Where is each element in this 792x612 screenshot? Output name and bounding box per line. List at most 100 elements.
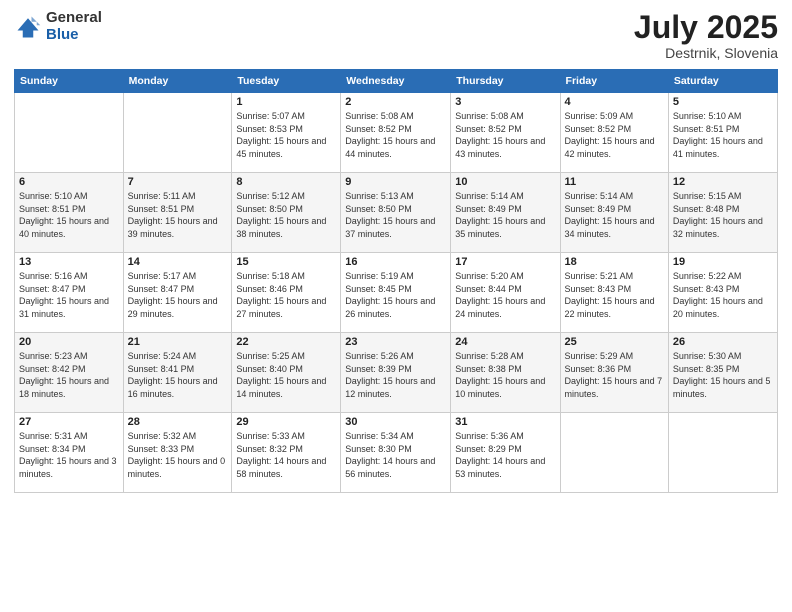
day-info: Sunrise: 5:24 AM Sunset: 8:41 PM Dayligh… [128,350,228,400]
day-info: Sunrise: 5:25 AM Sunset: 8:40 PM Dayligh… [236,350,336,400]
page: General Blue July 2025 Destrnik, Sloveni… [0,0,792,612]
cell-3-0: 20Sunrise: 5:23 AM Sunset: 8:42 PM Dayli… [15,333,124,413]
cell-0-5: 4 Sunrise: 5:09 AM Sunset: 8:52 PM Daylig… [560,93,668,173]
day-number: 28 [128,416,228,428]
cell-1-1: 7 Sunrise: 5:11 AM Sunset: 8:51 PM Daylig… [123,173,232,253]
header-tuesday: Tuesday [232,70,341,93]
cell-3-1: 21 Sunrise: 5:24 AM Sunset: 8:41 PM Dayli… [123,333,232,413]
day-info: Sunrise: 5:31 AM Sunset: 8:34 PM Dayligh… [19,430,119,480]
day-info: Sunrise: 5:08 AM Sunset: 8:52 PM Dayligh… [345,110,446,160]
day-number: 3 [455,96,555,108]
day-number: 7 [128,176,228,188]
day-info: Sunrise: 5:10 AM Sunset: 8:51 PM Dayligh… [19,190,119,240]
header-monday: Monday [123,70,232,93]
day-info: Sunrise: 5:08 AM Sunset: 8:52 PM Dayligh… [455,110,555,160]
day-info: Sunrise: 5:22 AM Sunset: 8:43 PM Dayligh… [673,270,773,320]
day-info: Sunrise: 5:21 AM Sunset: 8:43 PM Dayligh… [565,270,664,320]
day-info: Sunrise: 5:07 AM Sunset: 8:53 PM Dayligh… [236,110,336,160]
day-number: 16 [345,256,446,268]
day-number: 26 [673,336,773,348]
cell-3-2: 22Sunrise: 5:25 AM Sunset: 8:40 PM Dayli… [232,333,341,413]
day-number: 27 [19,416,119,428]
header-wednesday: Wednesday [341,70,451,93]
cell-0-4: 3 Sunrise: 5:08 AM Sunset: 8:52 PM Daylig… [451,93,560,173]
day-number: 29 [236,416,336,428]
logo-blue: Blue [46,27,102,44]
cell-4-1: 28Sunrise: 5:32 AM Sunset: 8:33 PM Dayli… [123,413,232,493]
week-row-1: 6 Sunrise: 5:10 AM Sunset: 8:51 PM Daylig… [15,173,778,253]
day-number: 8 [236,176,336,188]
day-number: 30 [345,416,446,428]
cell-1-0: 6 Sunrise: 5:10 AM Sunset: 8:51 PM Daylig… [15,173,124,253]
day-info: Sunrise: 5:20 AM Sunset: 8:44 PM Dayligh… [455,270,555,320]
cell-4-5 [560,413,668,493]
cell-1-4: 10 Sunrise: 5:14 AM Sunset: 8:49 PM Dayli… [451,173,560,253]
day-number: 11 [565,176,664,188]
day-number: 19 [673,256,773,268]
cell-3-3: 23 Sunrise: 5:26 AM Sunset: 8:39 PM Dayli… [341,333,451,413]
header: General Blue July 2025 Destrnik, Sloveni… [14,10,778,61]
cell-2-4: 17Sunrise: 5:20 AM Sunset: 8:44 PM Dayli… [451,253,560,333]
day-info: Sunrise: 5:26 AM Sunset: 8:39 PM Dayligh… [345,350,446,400]
cell-1-3: 9 Sunrise: 5:13 AM Sunset: 8:50 PM Daylig… [341,173,451,253]
day-info: Sunrise: 5:12 AM Sunset: 8:50 PM Dayligh… [236,190,336,240]
day-number: 25 [565,336,664,348]
day-info: Sunrise: 5:14 AM Sunset: 8:49 PM Dayligh… [455,190,555,240]
day-number: 15 [236,256,336,268]
cell-2-2: 15 Sunrise: 5:18 AM Sunset: 8:46 PM Dayli… [232,253,341,333]
day-number: 2 [345,96,446,108]
cell-4-6 [668,413,777,493]
day-number: 31 [455,416,555,428]
day-info: Sunrise: 5:30 AM Sunset: 8:35 PM Dayligh… [673,350,773,400]
header-sunday: Sunday [15,70,124,93]
day-number: 13 [19,256,119,268]
day-info: Sunrise: 5:17 AM Sunset: 8:47 PM Dayligh… [128,270,228,320]
header-friday: Friday [560,70,668,93]
cell-0-1 [123,93,232,173]
header-thursday: Thursday [451,70,560,93]
logo-icon [14,13,42,41]
logo-general: General [46,10,102,27]
cell-2-0: 13 Sunrise: 5:16 AM Sunset: 8:47 PM Dayli… [15,253,124,333]
day-info: Sunrise: 5:33 AM Sunset: 8:32 PM Dayligh… [236,430,336,480]
day-info: Sunrise: 5:29 AM Sunset: 8:36 PM Dayligh… [565,350,664,400]
week-row-4: 27 Sunrise: 5:31 AM Sunset: 8:34 PM Dayli… [15,413,778,493]
cell-4-3: 30 Sunrise: 5:34 AM Sunset: 8:30 PM Dayli… [341,413,451,493]
day-number: 18 [565,256,664,268]
day-info: Sunrise: 5:28 AM Sunset: 8:38 PM Dayligh… [455,350,555,400]
logo-text: General Blue [46,10,102,43]
day-info: Sunrise: 5:18 AM Sunset: 8:46 PM Dayligh… [236,270,336,320]
day-info: Sunrise: 5:16 AM Sunset: 8:47 PM Dayligh… [19,270,119,320]
day-number: 6 [19,176,119,188]
cell-2-1: 14 Sunrise: 5:17 AM Sunset: 8:47 PM Dayli… [123,253,232,333]
header-saturday: Saturday [668,70,777,93]
cell-1-6: 12Sunrise: 5:15 AM Sunset: 8:48 PM Dayli… [668,173,777,253]
cell-0-3: 2 Sunrise: 5:08 AM Sunset: 8:52 PM Daylig… [341,93,451,173]
day-info: Sunrise: 5:13 AM Sunset: 8:50 PM Dayligh… [345,190,446,240]
day-number: 21 [128,336,228,348]
day-number: 10 [455,176,555,188]
week-row-2: 13 Sunrise: 5:16 AM Sunset: 8:47 PM Dayli… [15,253,778,333]
cell-1-2: 8 Sunrise: 5:12 AM Sunset: 8:50 PM Daylig… [232,173,341,253]
week-row-3: 20Sunrise: 5:23 AM Sunset: 8:42 PM Dayli… [15,333,778,413]
day-number: 23 [345,336,446,348]
title-block: July 2025 Destrnik, Slovenia [634,10,778,61]
cell-0-6: 5 Sunrise: 5:10 AM Sunset: 8:51 PM Daylig… [668,93,777,173]
day-info: Sunrise: 5:36 AM Sunset: 8:29 PM Dayligh… [455,430,555,480]
day-number: 9 [345,176,446,188]
cell-4-0: 27 Sunrise: 5:31 AM Sunset: 8:34 PM Dayli… [15,413,124,493]
day-info: Sunrise: 5:10 AM Sunset: 8:51 PM Dayligh… [673,110,773,160]
cell-3-4: 24Sunrise: 5:28 AM Sunset: 8:38 PM Dayli… [451,333,560,413]
day-number: 4 [565,96,664,108]
day-number: 5 [673,96,773,108]
day-info: Sunrise: 5:19 AM Sunset: 8:45 PM Dayligh… [345,270,446,320]
day-info: Sunrise: 5:09 AM Sunset: 8:52 PM Dayligh… [565,110,664,160]
day-info: Sunrise: 5:23 AM Sunset: 8:42 PM Dayligh… [19,350,119,400]
cell-3-6: 26 Sunrise: 5:30 AM Sunset: 8:35 PM Dayli… [668,333,777,413]
logo: General Blue [14,10,102,43]
header-row: Sunday Monday Tuesday Wednesday Thursday… [15,70,778,93]
cell-3-5: 25 Sunrise: 5:29 AM Sunset: 8:36 PM Dayli… [560,333,668,413]
day-info: Sunrise: 5:34 AM Sunset: 8:30 PM Dayligh… [345,430,446,480]
day-info: Sunrise: 5:11 AM Sunset: 8:51 PM Dayligh… [128,190,228,240]
day-number: 14 [128,256,228,268]
